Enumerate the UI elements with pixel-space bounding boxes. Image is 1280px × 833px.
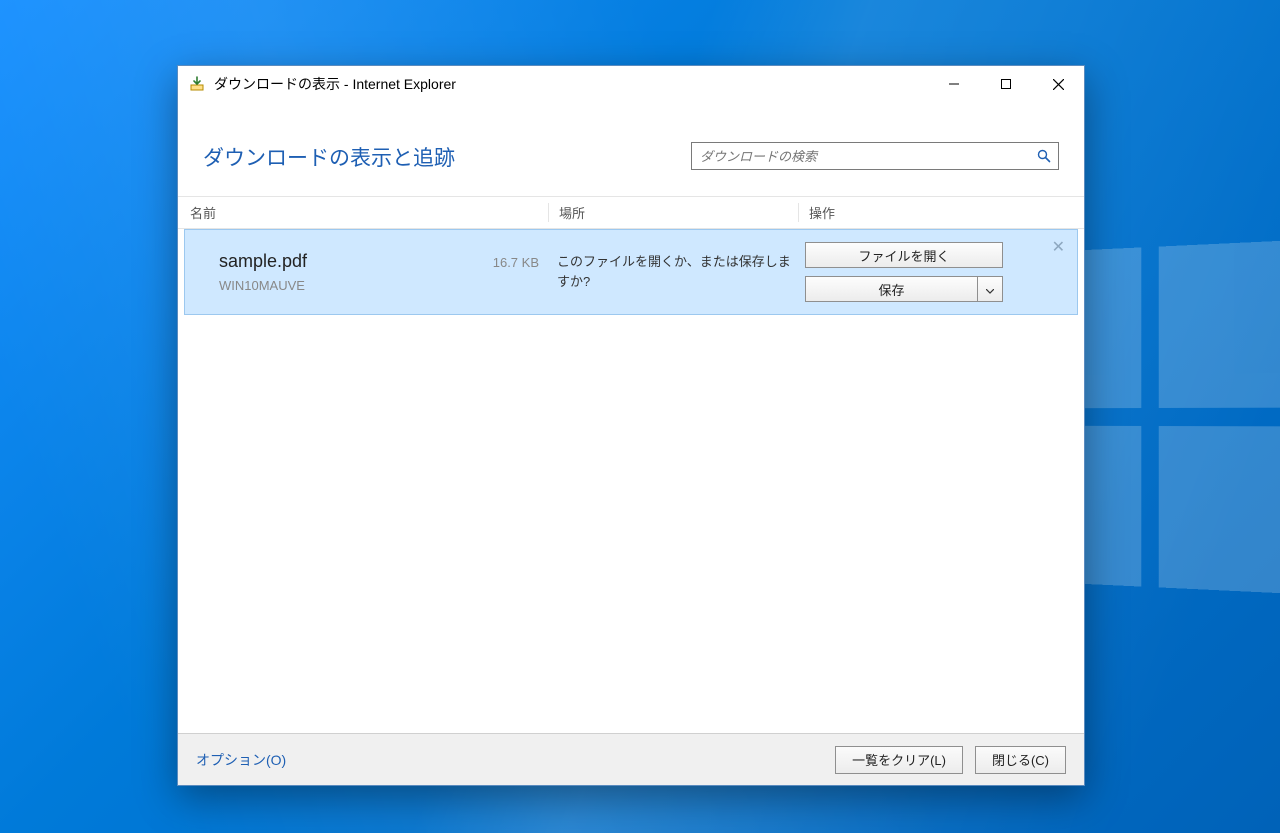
chevron-down-icon — [986, 282, 994, 297]
list-body — [178, 315, 1084, 733]
save-dropdown-button[interactable] — [977, 276, 1003, 302]
save-button[interactable]: 保存 — [805, 276, 977, 302]
options-link[interactable]: オプション(O) — [196, 750, 286, 770]
open-file-button[interactable]: ファイルを開く — [805, 242, 1003, 268]
search-icon[interactable] — [1030, 143, 1058, 169]
maximize-button[interactable] — [980, 66, 1032, 102]
download-row[interactable]: sample.pdf 16.7 KB WIN10MAUVE このファイルを開くか… — [184, 229, 1078, 315]
cell-message: このファイルを開くか、または保存しますか? — [555, 242, 805, 302]
minimize-button[interactable] — [928, 66, 980, 102]
file-name: sample.pdf — [219, 251, 307, 272]
window-title: ダウンロードの表示 - Internet Explorer — [214, 74, 456, 94]
close-icon: ✕ — [1052, 239, 1065, 256]
column-location[interactable]: 場所 — [548, 203, 798, 222]
close-window-button[interactable] — [1032, 66, 1084, 102]
search-input[interactable] — [692, 149, 1030, 164]
cell-actions: ファイルを開く 保存 — [805, 242, 1067, 302]
column-name[interactable]: 名前 — [188, 203, 548, 222]
search-box[interactable] — [691, 142, 1059, 170]
close-button[interactable]: 閉じる(C) — [975, 746, 1066, 774]
column-actions[interactable]: 操作 — [798, 203, 1084, 222]
cell-name: sample.pdf 16.7 KB WIN10MAUVE — [219, 242, 555, 302]
file-size: 16.7 KB — [493, 255, 555, 270]
header: ダウンロードの表示と追跡 — [178, 102, 1084, 196]
download-manager-window: ダウンロードの表示 - Internet Explorer ダウンロードの表示と… — [177, 65, 1085, 786]
app-icon — [188, 75, 206, 93]
file-host: WIN10MAUVE — [219, 278, 555, 293]
page-title: ダウンロードの表示と追跡 — [203, 142, 671, 172]
clear-list-button[interactable]: 一覧をクリア(L) — [835, 746, 963, 774]
save-split-button: 保存 — [805, 276, 1003, 302]
footer: オプション(O) 一覧をクリア(L) 閉じる(C) — [178, 733, 1084, 785]
titlebar[interactable]: ダウンロードの表示 - Internet Explorer — [178, 66, 1084, 102]
remove-download-button[interactable]: ✕ — [1052, 240, 1065, 256]
column-headers: 名前 場所 操作 — [178, 196, 1084, 229]
